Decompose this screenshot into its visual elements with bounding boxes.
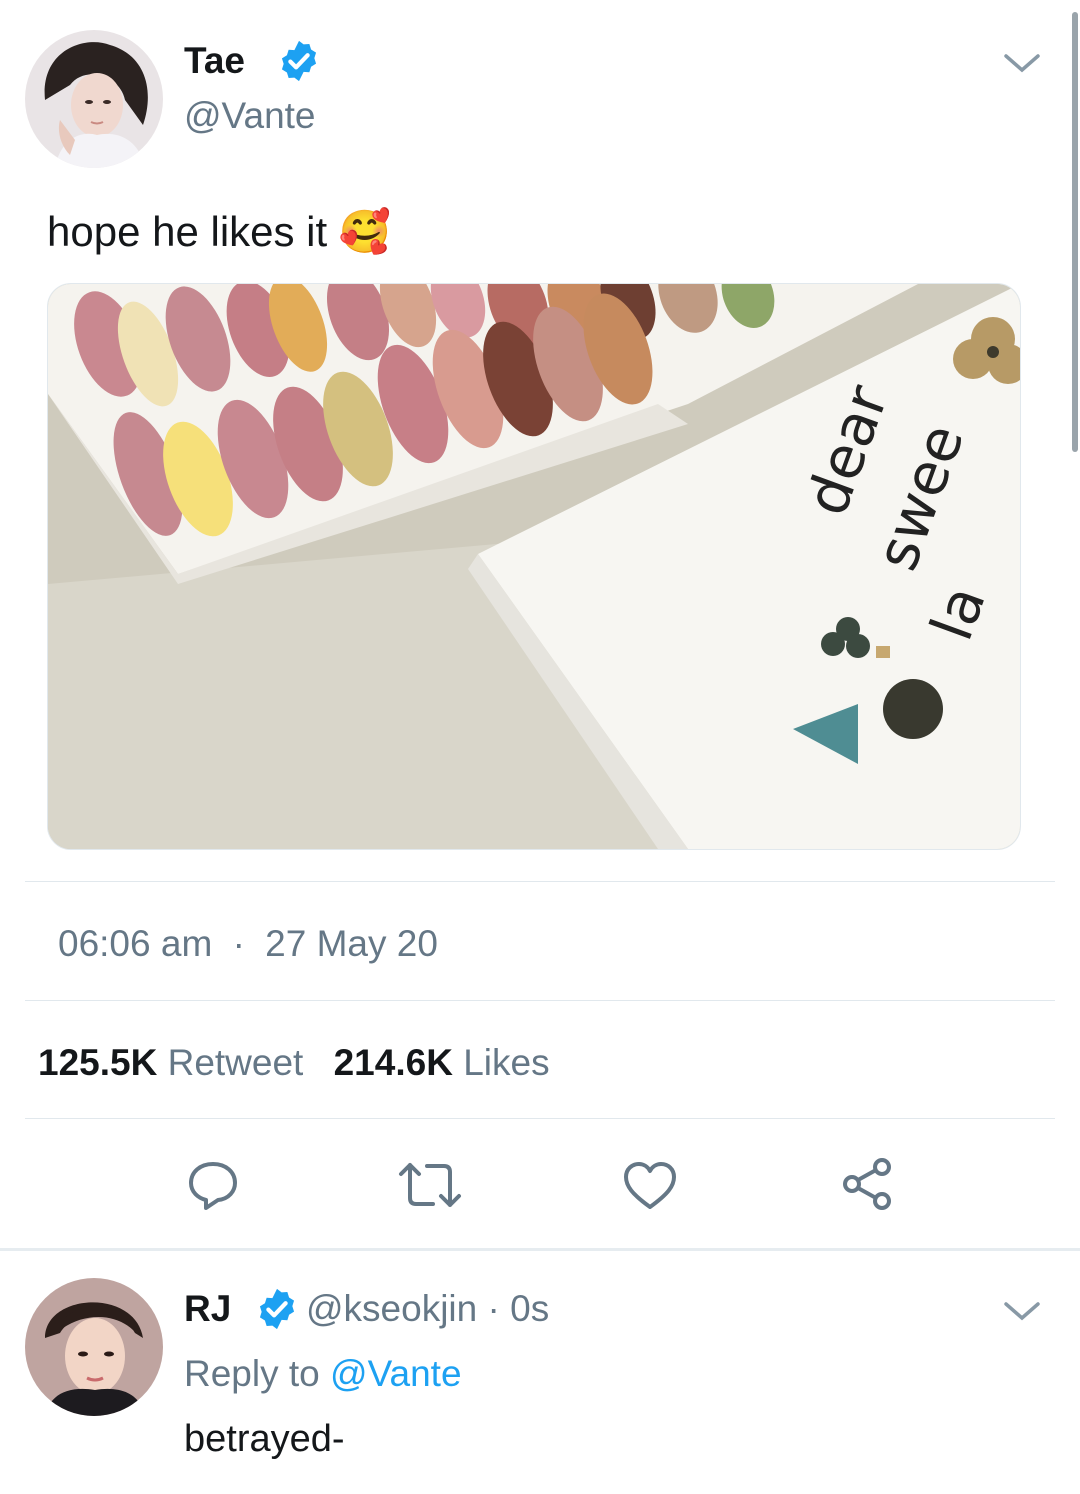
rj-avatar[interactable] xyxy=(25,1278,163,1416)
tweet-text: hope he likes it 🥰 xyxy=(47,208,391,257)
reply-to-label: Reply to xyxy=(184,1353,320,1394)
tae-avatar[interactable] xyxy=(25,30,163,168)
divider xyxy=(25,881,1055,882)
retweet-icon[interactable] xyxy=(397,1160,463,1210)
retweet-count: 125.5K xyxy=(38,1042,158,1083)
section-divider xyxy=(0,1248,1080,1251)
tweet-timestamp[interactable]: 06:06 am · 27 May 20 xyxy=(58,923,438,965)
verified-badge-icon xyxy=(254,1286,300,1332)
reply-text: betrayed- xyxy=(184,1418,345,1460)
like-count: 214.6K xyxy=(333,1042,453,1083)
reply-meta: @kseokjin · 0s xyxy=(306,1288,549,1330)
reply-to-line: Reply to @Vante xyxy=(184,1353,462,1395)
reply-time: 0s xyxy=(510,1288,550,1329)
like-icon[interactable] xyxy=(622,1160,678,1212)
share-icon[interactable] xyxy=(840,1156,896,1212)
reply-author-name[interactable]: RJ xyxy=(184,1288,231,1330)
author-handle[interactable]: @Vante xyxy=(184,95,316,137)
reply-icon[interactable] xyxy=(186,1158,240,1212)
separator-dot: · xyxy=(487,1288,500,1329)
verified-badge-icon xyxy=(276,38,322,84)
likes-label: Likes xyxy=(463,1042,550,1083)
divider xyxy=(25,1000,1055,1001)
smiling-face-with-hearts-emoji: 🥰 xyxy=(338,208,392,255)
separator-dot: · xyxy=(232,923,245,964)
retweet-stat[interactable]: 125.5K Retweet xyxy=(38,1042,303,1083)
tweet-image[interactable]: dear swee la xyxy=(47,283,1021,850)
tweet-time: 06:06 am xyxy=(58,923,213,964)
likes-stat[interactable]: 214.6K Likes xyxy=(334,1042,550,1083)
tweet-text-content: hope he likes it xyxy=(47,208,328,255)
tweet-date: 27 May 20 xyxy=(265,923,438,964)
reply-to-handle-link[interactable]: @Vante xyxy=(330,1353,462,1394)
author-name[interactable]: Tae xyxy=(184,40,245,82)
chevron-down-icon[interactable] xyxy=(1000,1296,1044,1331)
retweet-label: Retweet xyxy=(167,1042,304,1083)
scrollbar[interactable] xyxy=(1072,12,1078,452)
tweet-stats: 125.5K Retweet 214.6K Likes xyxy=(38,1042,550,1084)
reply-author-handle[interactable]: @kseokjin xyxy=(306,1288,477,1329)
chevron-down-icon[interactable] xyxy=(1000,48,1044,83)
divider xyxy=(25,1118,1055,1119)
